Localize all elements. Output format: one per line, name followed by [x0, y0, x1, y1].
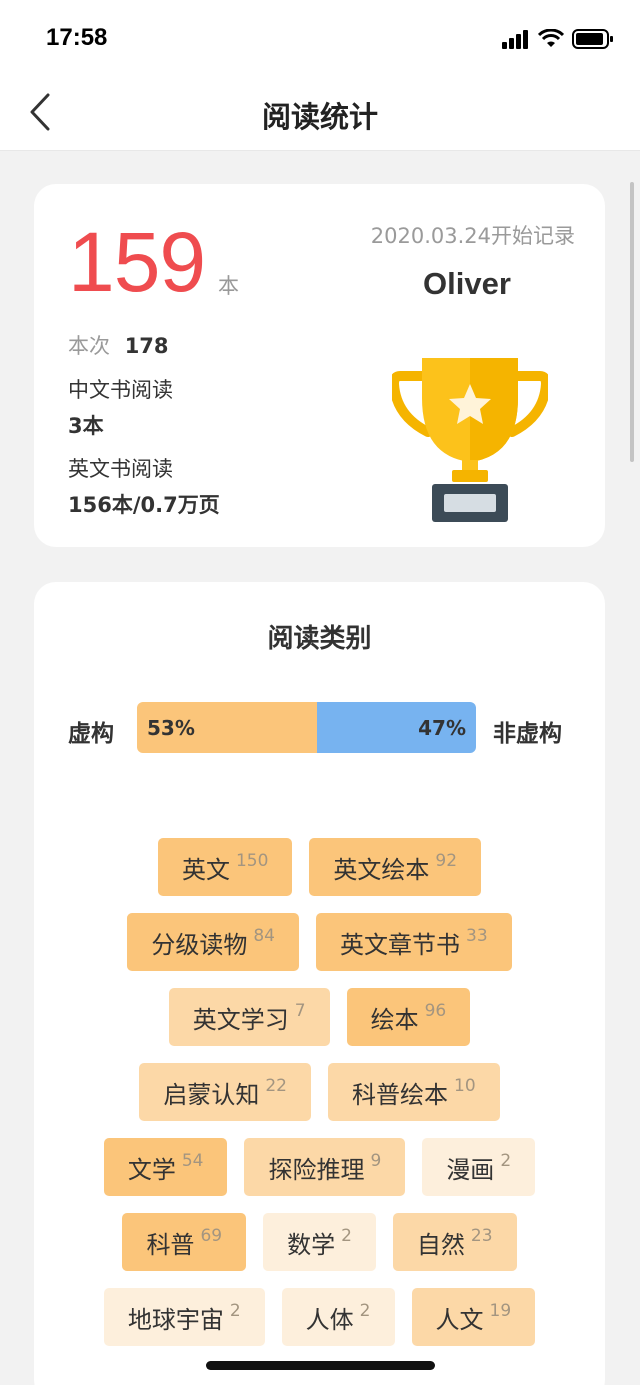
tag-label: 英文 [181, 855, 230, 884]
tag-label: 英文绘本 [333, 855, 430, 884]
battery-icon [572, 29, 613, 49]
record-start-date: 2020.03.24开始记录 [370, 224, 575, 248]
status-time: 17:58 [46, 24, 108, 51]
tag-label: 分级读物 [151, 930, 248, 959]
tag-count: 23 [470, 1226, 493, 1246]
chinese-books-label: 中文书阅读 [68, 378, 173, 402]
user-name: Oliver [423, 266, 511, 301]
tag-label: 自然 [416, 1230, 465, 1259]
tag-count: 92 [435, 851, 458, 871]
tag-count: 9 [370, 1151, 382, 1171]
category-tags: 英文 150 英文绘本 92 分级读物 84 英文章节书 33 英文学习 7 绘本 96 启蒙认知 22 科… [34, 838, 605, 1363]
category-tag[interactable]: 英文学习 7 [168, 988, 330, 1046]
category-tag[interactable]: 文学 54 [103, 1138, 228, 1196]
tag-row: 分级读物 84 英文章节书 33 [34, 913, 605, 971]
tag-row: 英文 150 英文绘本 92 [34, 838, 605, 896]
category-tag[interactable]: 英文绘本 92 [309, 838, 482, 896]
page-title: 阅读统计 [261, 100, 378, 134]
tag-row: 英文学习 7 绘本 96 [34, 988, 605, 1046]
trophy-icon [392, 358, 548, 522]
tag-count: 2 [359, 1301, 371, 1321]
tag-label: 地球宇宙 [127, 1305, 224, 1334]
category-tag[interactable]: 自然 23 [392, 1213, 517, 1271]
category-tag[interactable]: 启蒙认知 22 [139, 1063, 311, 1121]
home-indicator [206, 1361, 435, 1370]
tag-label: 人体 [305, 1305, 354, 1334]
category-tag[interactable]: 人文 19 [411, 1288, 536, 1346]
status-icons [502, 28, 614, 50]
fiction-ratio-bar: 53% 47% [137, 702, 476, 753]
tag-label: 数学 [287, 1230, 336, 1259]
category-tag[interactable]: 英文 150 [157, 838, 293, 896]
tag-label: 文学 [127, 1155, 176, 1184]
this-time-value: 178 [124, 334, 169, 358]
wifi-icon [538, 29, 564, 47]
english-books-label: 英文书阅读 [68, 457, 173, 481]
tag-count: 7 [294, 1001, 306, 1021]
nav-bar: 阅读统计 [0, 76, 640, 151]
tag-label: 英文章节书 [340, 930, 460, 959]
category-tag[interactable]: 人体 2 [281, 1288, 395, 1346]
this-time-label: 本次 [68, 334, 110, 358]
fiction-segment: 53% [137, 702, 317, 753]
tag-label: 探险推理 [268, 1155, 365, 1184]
nonfiction-segment: 47% [316, 702, 476, 753]
tag-label: 人文 [435, 1305, 484, 1334]
tag-row: 科普 69 数学 2 自然 23 [34, 1213, 605, 1271]
category-tag[interactable]: 数学 2 [263, 1213, 376, 1271]
chinese-books-value: 3本 [68, 414, 104, 438]
category-tag[interactable]: 探险推理 9 [244, 1138, 406, 1196]
tag-label: 科普绘本 [352, 1080, 448, 1109]
tag-count: 2 [229, 1301, 241, 1321]
category-tag[interactable]: 科普绘本 10 [328, 1063, 500, 1121]
status-bar: 17:58 [0, 0, 640, 76]
reading-category-card: 阅读类别 虚构 53% 47% 非虚构 英文 150 英文绘本 92 分级读物 84 英文章… [34, 582, 605, 1385]
tag-count: 2 [500, 1151, 512, 1171]
total-books-unit: 本 [218, 274, 239, 298]
reading-stats-card: 159 本 2020.03.24开始记录 Oliver 本次 178 中文书阅读… [34, 184, 605, 547]
category-tag[interactable]: 分级读物 84 [127, 913, 299, 971]
fiction-label: 虚构 [68, 721, 114, 747]
category-tag[interactable]: 英文章节书 33 [316, 913, 512, 971]
this-time-row: 本次 178 [68, 330, 169, 360]
section-title: 阅读类别 [267, 624, 372, 654]
tag-label: 启蒙认知 [163, 1080, 260, 1109]
tag-count: 84 [253, 926, 275, 946]
tag-row: 启蒙认知 22 科普绘本 10 [34, 1063, 605, 1121]
tag-count: 2 [341, 1226, 352, 1246]
tag-label: 漫画 [446, 1155, 495, 1184]
tag-row: 地球宇宙 2 人体 2 人文 19 [34, 1288, 605, 1346]
signal-icon [502, 30, 528, 49]
tag-count: 10 [454, 1076, 476, 1096]
tag-count: 54 [181, 1151, 204, 1171]
tag-label: 英文学习 [192, 1005, 289, 1034]
nonfiction-label: 非虚构 [493, 721, 562, 747]
english-books-value: 156本/0.7万页 [68, 493, 220, 517]
tag-count: 150 [235, 851, 269, 871]
category-tag[interactable]: 地球宇宙 2 [103, 1288, 265, 1346]
tag-label: 科普 [146, 1230, 195, 1259]
tag-count: 22 [265, 1076, 287, 1096]
category-tag[interactable]: 绘本 96 [346, 988, 471, 1046]
total-books-count: 159 [68, 215, 206, 309]
category-tag[interactable]: 科普 69 [122, 1213, 247, 1271]
category-tag[interactable]: 漫画 2 [422, 1138, 536, 1196]
tag-count: 33 [466, 926, 488, 946]
tag-count: 69 [200, 1226, 223, 1246]
scrollbar[interactable] [630, 182, 634, 462]
tag-count: 19 [489, 1301, 512, 1321]
tag-row: 文学 54 探险推理 9 漫画 2 [34, 1138, 605, 1196]
tag-count: 96 [424, 1001, 447, 1021]
tag-label: 绘本 [370, 1005, 419, 1034]
